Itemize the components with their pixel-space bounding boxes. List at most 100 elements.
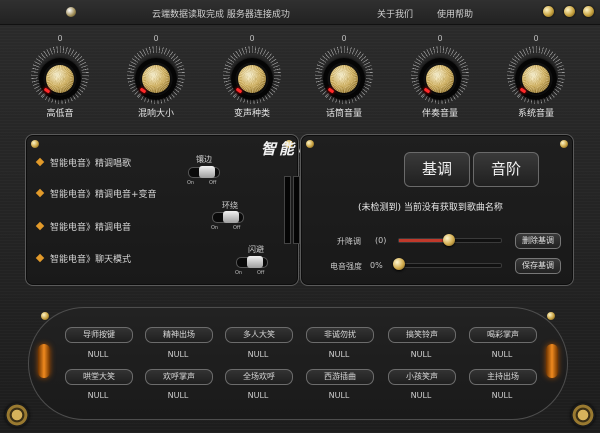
knob-label: 变声种类 <box>233 109 270 119</box>
pad-value: NULL <box>491 391 513 400</box>
toggle-surround-label: 环绕 <box>222 201 238 210</box>
toggle-thumb[interactable] <box>223 211 239 223</box>
toggle-surround[interactable] <box>212 211 244 223</box>
pad-button[interactable]: 主持出场 <box>469 369 537 385</box>
knob-label: 混响大小 <box>137 109 174 119</box>
screw-icon <box>31 140 39 148</box>
knob-value: 0 <box>437 34 443 43</box>
pitch-slider-fill <box>399 239 449 242</box>
pad-value: NULL <box>328 350 350 359</box>
pad-button[interactable]: 多人大笑 <box>225 327 293 343</box>
pad-value: NULL <box>247 350 269 359</box>
diamond-icon <box>35 253 45 263</box>
meter-slot <box>293 176 300 244</box>
mode-sing[interactable]: 智能电音》精调唱歌 <box>35 156 132 169</box>
pitch-label: 升降调 <box>337 237 361 246</box>
knob-value: 0 <box>57 34 63 43</box>
knob-cap[interactable] <box>238 65 266 93</box>
strength-value: 0% <box>370 261 383 270</box>
strength-slider-thumb[interactable] <box>393 258 405 270</box>
knob-cap[interactable] <box>142 65 170 93</box>
toggle-dodge-label: 闪避 <box>248 245 264 254</box>
title-bar: 云端数据读取完成 服务器连接成功 关于我们 使用帮助 <box>0 0 600 25</box>
sound-pad-panel <box>28 307 568 420</box>
toggle-thumb[interactable] <box>247 256 263 268</box>
delete-key-button[interactable]: 删除基调 <box>515 233 561 249</box>
strength-slider[interactable] <box>398 263 502 268</box>
pad-value: NULL <box>410 391 432 400</box>
toggle-dodge[interactable] <box>236 256 268 268</box>
knob-value: 0 <box>153 34 159 43</box>
toggle-on-label: On <box>235 270 243 276</box>
knob-mic-volume[interactable]: 0 话筒音量 <box>304 34 384 119</box>
toggle-flanger[interactable] <box>188 166 220 178</box>
toggle-off-label: Off <box>233 225 241 231</box>
save-key-button[interactable]: 保存基调 <box>515 258 561 274</box>
mode-label: 智能电音》聊天模式 <box>50 255 132 265</box>
pad-value: NULL <box>491 350 513 359</box>
toggle-thumb[interactable] <box>199 166 215 178</box>
meter-slot <box>284 176 291 244</box>
pad-button[interactable]: 导师按键 <box>65 327 133 343</box>
pad-button[interactable]: 西游插曲 <box>306 369 374 385</box>
pad-value: NULL <box>87 350 109 359</box>
knob-value: 0 <box>249 34 255 43</box>
pad-value: NULL <box>328 391 350 400</box>
close-icon[interactable] <box>583 6 594 17</box>
pad-value: NULL <box>87 391 109 400</box>
knob-system-volume[interactable]: 0 系统音量 <box>496 34 576 119</box>
right-indicator-light <box>546 344 558 378</box>
key-button[interactable]: 基调 <box>404 152 470 187</box>
left-indicator-light <box>38 344 50 378</box>
diamond-icon <box>35 157 45 167</box>
toggle-off-label: Off <box>257 270 265 276</box>
knob-value: 0 <box>341 34 347 43</box>
pad-button[interactable]: 搞笑铃声 <box>388 327 456 343</box>
knob-cap[interactable] <box>330 65 358 93</box>
screw-icon <box>560 140 568 148</box>
screw-icon <box>547 312 555 320</box>
scale-button[interactable]: 音阶 <box>473 152 539 187</box>
knob-voice-type[interactable]: 0 变声种类 <box>212 34 292 119</box>
app-logo-icon <box>66 7 76 17</box>
minimize-icon[interactable] <box>564 6 575 17</box>
toggle-on-label: On <box>211 225 219 231</box>
knob-treble-bass[interactable]: 0 高低音 <box>20 34 100 119</box>
pad-value: NULL <box>247 391 269 400</box>
pad-button[interactable]: 喝彩掌声 <box>469 327 537 343</box>
knob-cap[interactable] <box>522 65 550 93</box>
connection-status: 云端数据读取完成 服务器连接成功 <box>152 10 290 20</box>
pad-button[interactable]: 哄堂大笑 <box>65 369 133 385</box>
mode-electro-voice-change[interactable]: 智能电音》精调电音+变音 <box>35 187 157 200</box>
knob-cap[interactable] <box>426 65 454 93</box>
pad-button[interactable]: 欢呼掌声 <box>145 369 213 385</box>
mode-label: 智能电音》精调电音 <box>50 223 132 233</box>
knob-label: 伴奏音量 <box>421 109 458 119</box>
knob-cap[interactable] <box>46 65 74 93</box>
pad-button[interactable]: 小孩笑声 <box>388 369 456 385</box>
diamond-icon <box>35 188 45 198</box>
skin-icon[interactable] <box>543 6 554 17</box>
about-us-link[interactable]: 关于我们 <box>377 7 413 20</box>
toggle-off-label: Off <box>209 180 217 186</box>
pad-button[interactable]: 精神出场 <box>145 327 213 343</box>
corner-jack-icon <box>571 403 595 427</box>
screw-icon <box>41 312 49 320</box>
pitch-slider-thumb[interactable] <box>443 234 455 246</box>
knob-reverb[interactable]: 0 混响大小 <box>116 34 196 119</box>
help-link[interactable]: 使用帮助 <box>437 7 473 20</box>
pad-value: NULL <box>167 350 189 359</box>
mode-label: 智能电音》精调唱歌 <box>50 159 132 169</box>
pad-button[interactable]: 非诚勿扰 <box>306 327 374 343</box>
mode-chat[interactable]: 智能电音》聊天模式 <box>35 252 132 265</box>
mode-electro[interactable]: 智能电音》精调电音 <box>35 220 132 233</box>
diamond-icon <box>35 221 45 231</box>
pad-button[interactable]: 全场欢呼 <box>225 369 293 385</box>
knob-label: 高低音 <box>46 109 74 119</box>
knob-label: 系统音量 <box>517 109 554 119</box>
knob-accompaniment-volume[interactable]: 0 伴奏音量 <box>400 34 480 119</box>
pad-value: NULL <box>410 350 432 359</box>
toggle-on-label: On <box>187 180 195 186</box>
knob-label: 话筒音量 <box>325 109 362 119</box>
toggle-flanger-label: 镶边 <box>196 155 212 164</box>
